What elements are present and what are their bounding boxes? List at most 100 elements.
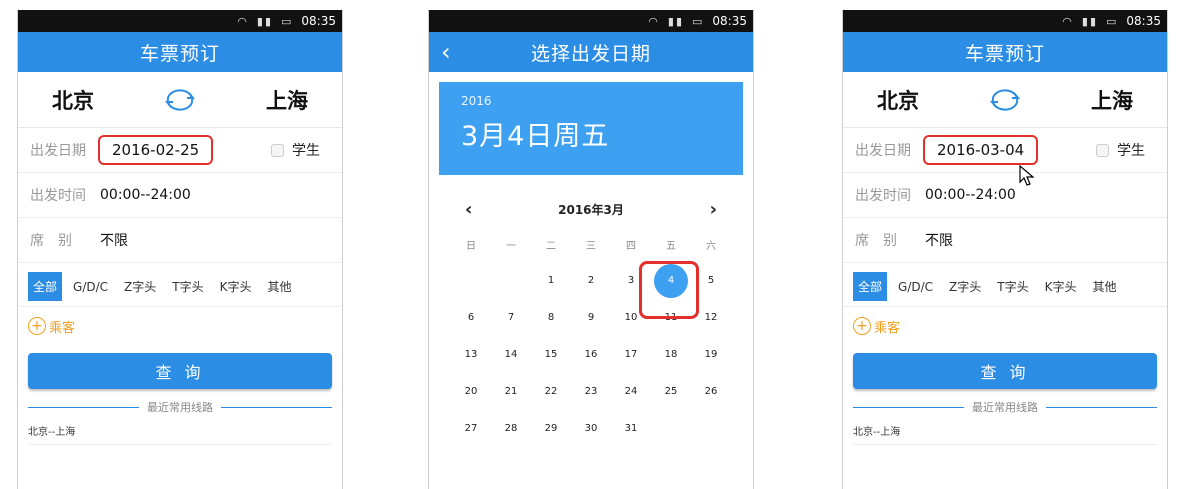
tab-t[interactable]: T字头 [167,272,208,301]
prev-month-icon[interactable]: ‹ [465,199,472,220]
status-time: 08:35 [712,14,747,28]
tab-gdc[interactable]: G/D/C [68,274,113,300]
cursor-icon [1019,165,1035,186]
battery-icon: ▭ [1106,14,1119,28]
tab-all[interactable]: 全部 [853,272,888,301]
time-value: 00:00--24:00 [100,187,191,203]
calendar-day[interactable]: 22 [531,373,571,410]
student-checkbox[interactable] [1096,143,1109,157]
empty-cell [691,410,731,447]
calendar-day[interactable]: 16 [571,336,611,373]
add-passenger-button[interactable]: + 乘客 [18,307,342,345]
battery-icon: ▭ [692,14,705,28]
weekday-header: 一 [506,241,516,252]
tab-other[interactable]: 其他 [262,272,296,301]
weekday-header: 四 [626,241,636,252]
banner-year: 2016 [461,94,492,108]
divider [28,406,139,408]
empty-cell [651,410,691,447]
tab-z[interactable]: Z字头 [119,272,161,301]
status-bar: ◠ ▮▮ ▭ 08:35 [18,10,342,32]
wifi-icon: ◠ [1062,14,1074,28]
selection-highlight [639,261,699,319]
calendar-day[interactable]: 24 [611,373,651,410]
tab-k[interactable]: K字头 [215,272,257,301]
tab-gdc[interactable]: G/D/C [893,274,938,300]
train-type-tabs: 全部 G/D/C Z字头 T字头 K字头 其他 [18,267,342,307]
seat-label: 席 别 [30,233,72,249]
divider [221,406,332,408]
calendar-day[interactable]: 20 [451,373,491,410]
date-field[interactable]: 2016-02-25 [98,135,214,165]
calendar-day[interactable]: 31 [611,410,651,447]
weekday-header: 日 [466,241,476,252]
calendar-day[interactable]: 14 [491,336,531,373]
to-city[interactable]: 上海 [266,85,308,115]
student-label: 学生 [1117,143,1145,159]
query-button[interactable]: 查 询 [28,353,332,389]
page-title: 车票预订 [843,32,1167,72]
date-label: 出发日期 [30,143,86,159]
month-nav: ‹ 2016年3月 › [465,199,717,220]
calendar-day[interactable]: 7 [491,299,531,336]
seat-value: 不限 [100,233,128,249]
calendar-day[interactable]: 28 [491,410,531,447]
add-passenger-button[interactable]: + 乘客 [843,307,1167,345]
date-field[interactable]: 2016-03-04 [923,135,1039,165]
calendar-day[interactable]: 8 [531,299,571,336]
from-city[interactable]: 北京 [877,85,919,115]
calendar-day[interactable]: 26 [691,373,731,410]
calendar-day[interactable]: 9 [571,299,611,336]
tab-t[interactable]: T字头 [992,272,1033,301]
recent-routes-header: 最近常用线路 [28,399,332,415]
date-row: 出发日期 2016-02-25 学生 [18,128,342,173]
calendar-day[interactable]: 27 [451,410,491,447]
calendar-day[interactable]: 17 [611,336,651,373]
calendar-day[interactable]: 21 [491,373,531,410]
student-option[interactable]: 学生 [1096,140,1145,160]
calendar-day[interactable]: 1 [531,262,571,299]
swap-icon[interactable] [162,88,198,111]
seat-row[interactable]: 席 别 不限 [18,218,342,263]
status-bar: ◠ ▮▮ ▭ 08:35 [843,10,1167,32]
calendar-day[interactable]: 18 [651,336,691,373]
calendar-day[interactable]: 15 [531,336,571,373]
screen-date-picker: ◠ ▮▮ ▭ 08:35 ‹ 选择出发日期 2016 3月4日周五 ‹ 2016… [428,10,754,489]
calendar-day[interactable]: 19 [691,336,731,373]
screen-booking-after: ◠ ▮▮ ▭ 08:35 车票预订 北京 上海 出发日期 2016-03-04 … [842,10,1168,489]
tab-z[interactable]: Z字头 [944,272,986,301]
next-month-icon[interactable]: › [710,199,717,220]
calendar-day[interactable]: 13 [451,336,491,373]
recent-label: 最近常用线路 [972,401,1038,414]
time-row[interactable]: 出发时间 00:00--24:00 [18,173,342,218]
calendar-day[interactable]: 25 [651,373,691,410]
recent-route-item[interactable]: 北京--上海 [28,423,332,445]
student-checkbox[interactable] [271,143,284,157]
time-label: 出发时间 [855,188,911,204]
back-icon[interactable]: ‹ [441,38,452,66]
from-city[interactable]: 北京 [52,85,94,115]
tab-k[interactable]: K字头 [1040,272,1082,301]
calendar-day[interactable]: 6 [451,299,491,336]
train-type-tabs: 全部 G/D/C Z字头 T字头 K字头 其他 [843,267,1167,307]
recent-route-item[interactable]: 北京--上海 [853,423,1157,445]
student-option[interactable]: 学生 [271,140,320,160]
selected-date-banner: 2016 3月4日周五 [439,82,743,175]
to-city[interactable]: 上海 [1091,85,1133,115]
seat-row[interactable]: 席 别 不限 [843,218,1167,263]
tab-all[interactable]: 全部 [28,272,63,301]
time-row[interactable]: 出发时间 00:00--24:00 [843,173,1167,218]
calendar-day[interactable]: 23 [571,373,611,410]
month-label: 2016年3月 [558,203,624,217]
time-label: 出发时间 [30,188,86,204]
signal-icon: ▮▮ [256,14,273,28]
calendar-day[interactable]: 2 [571,262,611,299]
swap-icon[interactable] [987,88,1023,111]
seat-value: 不限 [925,233,953,249]
calendar-day[interactable]: 29 [531,410,571,447]
tab-other[interactable]: 其他 [1087,272,1121,301]
calendar-day[interactable]: 30 [571,410,611,447]
recent-label: 最近常用线路 [147,401,213,414]
seat-label: 席 别 [855,233,897,249]
query-button[interactable]: 查 询 [853,353,1157,389]
